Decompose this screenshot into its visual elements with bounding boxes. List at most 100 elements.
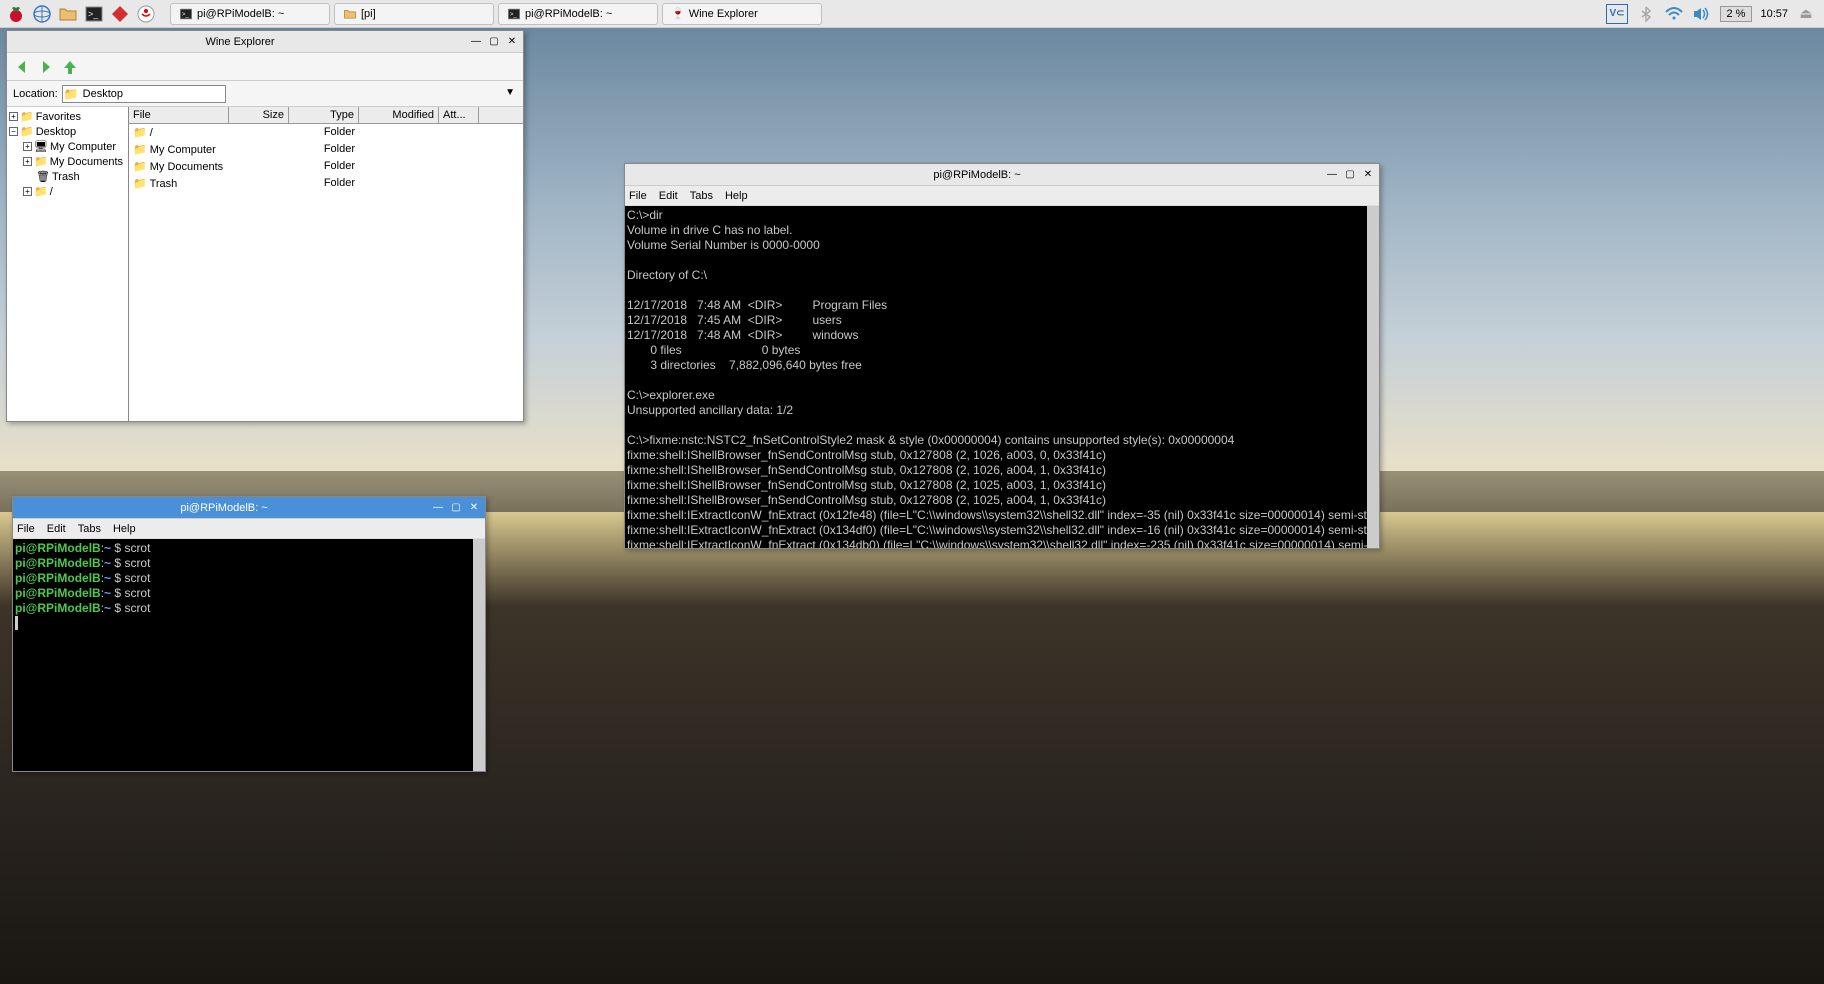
taskbar-item-label: pi@RPiModelB: ~: [525, 8, 612, 20]
taskbar-item-pi-folder[interactable]: [pi]: [334, 3, 494, 25]
terminal-line: pi@RPiModelB:~ $ scrot: [15, 601, 483, 616]
clock[interactable]: 10:57: [1760, 8, 1788, 20]
terminal-line: [15, 616, 483, 631]
bluetooth-icon[interactable]: [1636, 4, 1656, 24]
list-item[interactable]: 📁 My Documents Folder: [129, 158, 523, 175]
terminal-small-body[interactable]: pi@RPiModelB:~ $ scrotpi@RPiModelB:~ $ s…: [13, 539, 485, 771]
tree-node[interactable]: + 🖥 My Computer: [9, 139, 126, 154]
col-type[interactable]: Type: [289, 107, 359, 123]
svg-text:>_: >_: [88, 9, 99, 19]
terminal-line: pi@RPiModelB:~ $ scrot: [15, 586, 483, 601]
menu-tabs[interactable]: Tabs: [690, 190, 713, 202]
taskbar-item-label: [pi]: [361, 8, 376, 20]
file-type: Folder: [289, 159, 359, 174]
nav-up-icon[interactable]: [61, 58, 79, 76]
tree-expander-icon[interactable]: −: [9, 127, 18, 136]
tree-node[interactable]: + 📁 /: [9, 184, 126, 199]
volume-icon[interactable]: [1692, 4, 1712, 24]
folder-icon: 📁: [133, 127, 147, 139]
location-dropdown-icon[interactable]: ▼: [505, 87, 515, 98]
tree-expander-icon[interactable]: +: [23, 187, 32, 196]
terminal-launcher-icon[interactable]: >_: [82, 2, 106, 26]
nav-forward-icon[interactable]: [37, 58, 55, 76]
menu-help[interactable]: Help: [113, 523, 136, 535]
taskbar-item-wine-explorer[interactable]: 🍷 Wine Explorer: [662, 3, 822, 25]
tree-expander-icon[interactable]: +: [23, 142, 32, 151]
menu-edit[interactable]: Edit: [47, 523, 66, 535]
wine-explorer-titlebar[interactable]: Wine Explorer — ▢ ✕: [7, 31, 523, 53]
scrollbar[interactable]: [1367, 206, 1379, 548]
minimize-button[interactable]: —: [469, 35, 483, 49]
menu-raspberry-icon[interactable]: [4, 2, 28, 26]
close-button[interactable]: ✕: [505, 35, 519, 49]
menu-help[interactable]: Help: [725, 190, 748, 202]
mathematica-icon[interactable]: [108, 2, 132, 26]
maximize-button[interactable]: ▢: [1343, 168, 1357, 182]
scrollbar[interactable]: [473, 539, 485, 771]
folder-icon: 📁: [34, 155, 48, 168]
menu-file[interactable]: File: [17, 523, 35, 535]
tree-node[interactable]: 🗑 Trash: [9, 169, 126, 184]
minimize-button[interactable]: —: [1325, 168, 1339, 182]
col-file[interactable]: File: [129, 107, 229, 123]
terminal-small-titlebar[interactable]: pi@RPiModelB: ~ — ▢ ✕: [13, 497, 485, 519]
file-name: My Documents: [150, 161, 223, 173]
tree-node[interactable]: + 📁 Favorites: [9, 109, 126, 124]
list-item[interactable]: 📁 / Folder: [129, 124, 523, 141]
menu-tabs[interactable]: Tabs: [78, 523, 101, 535]
tree-node[interactable]: − 📁 Desktop: [9, 124, 126, 139]
nav-back-icon[interactable]: [13, 58, 31, 76]
tree-expander-icon[interactable]: +: [23, 157, 32, 166]
wine-explorer-window: Wine Explorer — ▢ ✕ Location: 📁 ▼ + 📁 Fa…: [6, 30, 524, 422]
col-modified[interactable]: Modified: [359, 107, 439, 123]
taskbar-item-label: Wine Explorer: [689, 8, 758, 20]
tree-expander-icon[interactable]: +: [9, 112, 18, 121]
tree-label: Desktop: [36, 126, 76, 138]
cpu-usage[interactable]: 2 %: [1720, 6, 1753, 22]
col-size[interactable]: Size: [229, 107, 289, 123]
wine-file-list[interactable]: File Size Type Modified Att... 📁 / Folder…: [129, 107, 523, 421]
terminal-big-titlebar[interactable]: pi@RPiModelB: ~ — ▢ ✕: [625, 164, 1379, 186]
wine-tree-panel[interactable]: + 📁 Favorites− 📁 Desktop+ 🖥 My Computer+…: [7, 107, 129, 421]
tree-node[interactable]: + 📁 My Documents: [9, 154, 126, 169]
file-name: My Computer: [150, 144, 216, 156]
menu-file[interactable]: File: [629, 190, 647, 202]
terminal-big-menubar: File Edit Tabs Help: [625, 186, 1379, 206]
menu-edit[interactable]: Edit: [659, 190, 678, 202]
terminal-small-window: pi@RPiModelB: ~ — ▢ ✕ File Edit Tabs Hel…: [12, 496, 486, 772]
folder-icon: 📁: [34, 185, 48, 198]
file-type: Folder: [289, 125, 359, 140]
folder-icon: 📁: [64, 87, 79, 101]
maximize-button[interactable]: ▢: [449, 501, 463, 515]
list-item[interactable]: 📁 My Computer Folder: [129, 141, 523, 158]
file-type: Folder: [289, 142, 359, 157]
close-button[interactable]: ✕: [1361, 168, 1375, 182]
file-name: /: [150, 127, 153, 139]
java-icon[interactable]: [134, 2, 158, 26]
col-attr[interactable]: Att...: [439, 107, 479, 123]
list-item[interactable]: 📁 TrashFolder: [129, 175, 523, 192]
eject-icon[interactable]: ⏏: [1796, 4, 1816, 24]
folder-icon: 📁: [133, 161, 147, 173]
terminal-small-menubar: File Edit Tabs Help: [13, 519, 485, 539]
location-input[interactable]: [62, 85, 226, 103]
taskbar-item-terminal-2[interactable]: >_ pi@RPiModelB: ~: [498, 3, 658, 25]
svg-text:>_: >_: [510, 11, 518, 18]
folder-icon: 📁: [133, 144, 147, 156]
taskbar: >_ >_ pi@RPiModelB: ~ [pi] >_ pi@RPiMode…: [0, 0, 1824, 28]
wifi-icon[interactable]: [1664, 4, 1684, 24]
terminal-icon: >_: [507, 7, 521, 21]
wine-location-bar: Location: 📁 ▼: [7, 81, 523, 107]
wine-icon: 🍷: [671, 7, 685, 20]
tree-label: /: [50, 186, 53, 198]
terminal-big-body[interactable]: C:\>dir Volume in drive C has no label. …: [625, 206, 1379, 548]
filemanager-icon[interactable]: [56, 2, 80, 26]
minimize-button[interactable]: —: [431, 501, 445, 515]
tree-label: Favorites: [36, 111, 81, 123]
vnc-icon[interactable]: V⊂: [1606, 4, 1627, 24]
taskbar-item-terminal-1[interactable]: >_ pi@RPiModelB: ~: [170, 3, 330, 25]
tree-label: My Documents: [50, 156, 123, 168]
close-button[interactable]: ✕: [467, 501, 481, 515]
maximize-button[interactable]: ▢: [487, 35, 501, 49]
browser-icon[interactable]: [30, 2, 54, 26]
